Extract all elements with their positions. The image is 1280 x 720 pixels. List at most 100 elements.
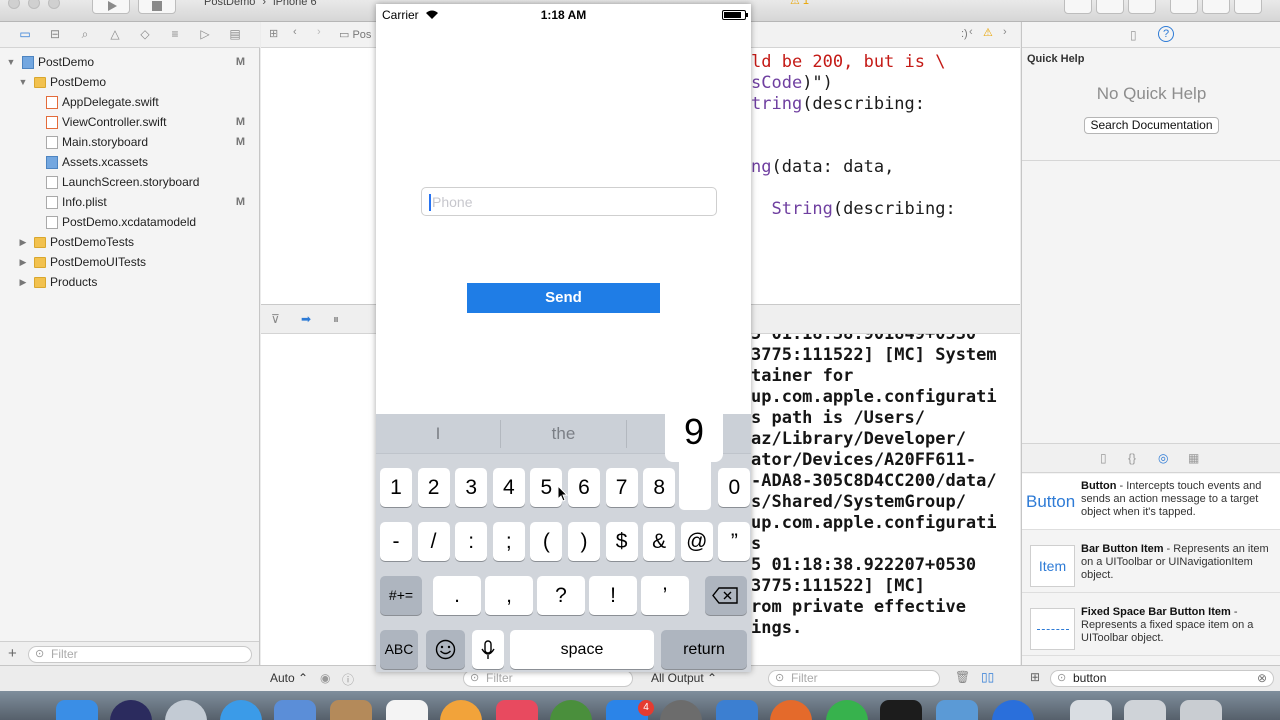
key-symbol[interactable]: ) xyxy=(568,522,600,561)
scheme-selector[interactable]: PostDemo › iPhone 6 xyxy=(182,0,382,10)
hide-debug-area-icon[interactable]: ⊽ xyxy=(271,312,280,326)
sidebar-item-launchscreen-storyboard[interactable]: LaunchScreen.storyboard xyxy=(0,172,259,192)
pause-icon[interactable]: ⏸ xyxy=(333,312,339,327)
toggle-navigator-button[interactable] xyxy=(1170,0,1198,14)
console-filter-field[interactable]: ⊙ Filter xyxy=(768,670,940,687)
key-symbol[interactable]: & xyxy=(643,522,676,561)
file-template-icon[interactable]: ▯ xyxy=(1100,451,1107,465)
music-icon[interactable] xyxy=(496,700,538,720)
report-icon[interactable]: ▤ xyxy=(228,28,242,41)
prediction-1[interactable]: I xyxy=(376,414,500,454)
trash-bin-icon[interactable] xyxy=(1180,700,1222,720)
key-symbol[interactable]: - xyxy=(380,522,412,561)
output-selector-popup[interactable]: All Output ⌃ xyxy=(651,671,717,685)
library-item[interactable]: Button Button - Intercepts touch events a… xyxy=(1022,474,1280,530)
space-key[interactable]: space xyxy=(510,630,654,669)
disclosure-closed-icon[interactable]: ▶ xyxy=(18,232,28,252)
key-symbol[interactable]: ; xyxy=(492,522,525,561)
finder-icon[interactable] xyxy=(56,700,98,720)
disclosure-open-icon[interactable]: ▼ xyxy=(6,52,16,72)
toggle-inspector-button[interactable] xyxy=(1234,0,1262,14)
launchpad-icon[interactable] xyxy=(165,700,207,720)
standard-editor-button[interactable] xyxy=(1064,0,1092,14)
stop-button[interactable] xyxy=(138,0,176,14)
quick-look-icon[interactable]: ◉ xyxy=(320,671,330,685)
delete-key[interactable] xyxy=(705,576,747,615)
sidebar-item-viewcontroller-swift[interactable]: ViewController.swift M xyxy=(0,112,259,132)
key-punctuation[interactable]: ! xyxy=(589,576,637,615)
version-editor-button[interactable] xyxy=(1128,0,1156,14)
key-2[interactable]: 2 xyxy=(417,468,450,507)
phone-input[interactable]: Phone xyxy=(421,187,717,216)
object-library-icon[interactable]: ◎ xyxy=(1158,451,1168,465)
more-symbols-key[interactable]: #+= xyxy=(380,576,422,615)
xcode-icon[interactable] xyxy=(716,700,758,720)
key-punctuation[interactable]: ’ xyxy=(641,576,689,615)
sidebar-item-postdemo-xcdatamodeld[interactable]: PostDemo.xcdatamodeld xyxy=(0,212,259,232)
return-key[interactable]: return xyxy=(661,630,747,669)
disclosure-closed-icon[interactable]: ▶ xyxy=(18,272,28,292)
issue-icon[interactable]: △ xyxy=(108,28,122,41)
print-description-icon[interactable]: ⓘ xyxy=(342,671,354,688)
system-preferences-icon[interactable] xyxy=(660,700,702,720)
debug-icon[interactable]: ≡ xyxy=(168,28,182,41)
key-1[interactable]: 1 xyxy=(380,468,412,507)
trash-icon[interactable]: 🗑 xyxy=(955,670,970,684)
sidebar-item-products[interactable]: ▶ Products xyxy=(0,272,259,292)
library-item[interactable]: Fixed Space Bar Button Item - Represents… xyxy=(1022,600,1280,656)
search-documentation-button[interactable]: Search Documentation xyxy=(1084,117,1219,134)
emoji-key[interactable] xyxy=(426,630,465,669)
clear-icon[interactable]: ⊗ xyxy=(1257,671,1267,686)
key-punctuation[interactable]: . xyxy=(433,576,481,615)
document-icon[interactable] xyxy=(1070,700,1112,720)
zoom-window-button[interactable] xyxy=(48,0,60,9)
file-inspector-icon[interactable]: ▯ xyxy=(1130,28,1137,42)
variables-filter-field[interactable]: ⊙ Filter xyxy=(463,670,633,687)
prediction-2[interactable]: the xyxy=(501,414,626,454)
sidebar-item-main-storyboard[interactable]: Main.storyboard M xyxy=(0,132,259,152)
previous-issue-icon[interactable]: ‹ xyxy=(969,26,973,38)
key-symbol[interactable]: : xyxy=(455,522,488,561)
console-output[interactable]: 5 01:18:38.901849+0530 3775:111522] [MC] … xyxy=(751,334,1020,665)
key-punctuation[interactable]: , xyxy=(485,576,533,615)
siri-icon[interactable] xyxy=(110,700,152,720)
breakpoints-toggle-icon[interactable]: ➡ xyxy=(301,312,311,326)
sidebar-item-info-plist[interactable]: Info.plist M xyxy=(0,192,259,212)
code-snippet-icon[interactable]: {} xyxy=(1128,451,1136,465)
mail-icon[interactable] xyxy=(274,700,316,720)
disclosure-open-icon[interactable]: ▼ xyxy=(18,72,28,92)
quicktime-icon[interactable] xyxy=(992,700,1034,720)
sidebar-item-assets-xcassets[interactable]: Assets.xcassets xyxy=(0,152,259,172)
auto-variables-popup[interactable]: Auto ⌃ xyxy=(270,671,308,685)
ios-simulator-screen[interactable]: Carrier 1:18 AM Phone Send I the 1234567… xyxy=(376,4,751,672)
add-icon[interactable]: + xyxy=(8,645,17,662)
sidebar-item-postdemo[interactable]: ▼ PostDemo M xyxy=(0,52,259,72)
abc-key[interactable]: ABC xyxy=(380,630,418,669)
key-6[interactable]: 6 xyxy=(568,468,600,507)
key-symbol[interactable]: ” xyxy=(718,522,751,561)
sidebar-item-postdemouitests[interactable]: ▶ PostDemoUITests xyxy=(0,252,259,272)
safari-icon[interactable] xyxy=(220,700,262,720)
library-filter-field[interactable]: ⊙ button ⊗ xyxy=(1050,670,1274,687)
dictation-key[interactable] xyxy=(472,630,504,669)
calendar-icon[interactable] xyxy=(386,700,428,720)
source-control-icon[interactable]: ⊟ xyxy=(48,28,62,41)
minimize-window-button[interactable] xyxy=(28,0,40,9)
sidebar-item-postdemo[interactable]: ▼ PostDemo xyxy=(0,72,259,92)
chrome-icon[interactable] xyxy=(550,700,592,720)
key-punctuation[interactable]: ? xyxy=(537,576,585,615)
media-library-icon[interactable]: ▦ xyxy=(1188,451,1199,465)
simulator-icon[interactable] xyxy=(936,700,978,720)
key-symbol[interactable]: / xyxy=(417,522,450,561)
downloads-stack-icon[interactable] xyxy=(1124,700,1166,720)
test-icon[interactable]: ◇ xyxy=(138,28,152,41)
send-button[interactable]: Send xyxy=(467,283,660,313)
sidebar-item-postdemotests[interactable]: ▶ PostDemoTests xyxy=(0,232,259,252)
contacts-icon[interactable] xyxy=(330,700,372,720)
assistant-editor-button[interactable] xyxy=(1096,0,1124,14)
toggle-debug-area-button[interactable] xyxy=(1202,0,1230,14)
key-0[interactable]: 0 xyxy=(718,468,751,507)
sidebar-item-appdelegate-swift[interactable]: AppDelegate.swift xyxy=(0,92,259,112)
next-issue-icon[interactable]: › xyxy=(1003,26,1007,38)
key-symbol[interactable]: $ xyxy=(605,522,638,561)
